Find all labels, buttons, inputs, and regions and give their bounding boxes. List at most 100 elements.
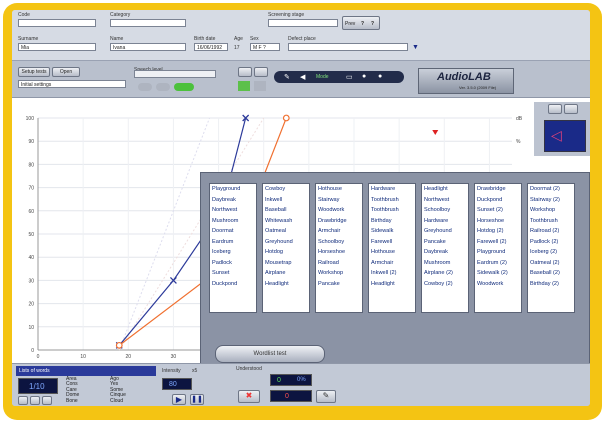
word-item[interactable]: Birthday [369,216,415,227]
play-button[interactable]: ▶ [172,394,186,405]
pencil-icon[interactable]: ✎ [284,73,290,81]
sex-selector[interactable]: M F ? [250,43,280,51]
word-item[interactable]: Workshop [316,268,362,279]
code-field[interactable] [18,19,96,27]
word-item[interactable]: Eardrum (2) [475,258,521,269]
word-item[interactable]: Oatmeal [263,226,309,237]
word-item[interactable]: Mousetrap [263,258,309,269]
word-item[interactable]: Stairway (2) [528,195,574,206]
word-item[interactable]: Eardrum [210,237,256,248]
word-item[interactable]: Iceberg [210,247,256,258]
word-item[interactable]: Woodwork [316,205,362,216]
word-item[interactable]: Toothbrush [369,205,415,216]
cancel-button[interactable]: ✖ [238,390,260,403]
speech-level-select[interactable] [134,70,216,78]
word-item[interactable]: Pancake [422,237,468,248]
word-item[interactable]: Workshop [528,205,574,216]
initial-settings-select[interactable]: Initial settings [18,80,126,88]
word-item[interactable]: Railroad [316,258,362,269]
pill-button-1[interactable] [138,83,152,91]
word-item[interactable]: Hardware [422,216,468,227]
wordlist-test-button[interactable]: Wordlist test [215,345,325,363]
word-item[interactable]: Daybreak [210,195,256,206]
pill-button-2[interactable] [156,83,170,91]
open-button[interactable]: Open [52,67,80,77]
word-item[interactable]: Horseshoe [475,216,521,227]
word-item[interactable]: Sunset [210,268,256,279]
word-item[interactable]: Headlight [422,184,468,195]
word-item[interactable]: Duckpond [475,195,521,206]
word-item[interactable]: Schoolboy [316,237,362,248]
word-item[interactable]: Schoolboy [422,205,468,216]
word-item[interactable]: Armchair [369,258,415,269]
word-item[interactable]: Doormat [210,226,256,237]
word-item[interactable]: Stairway [316,195,362,206]
list-next-button[interactable] [42,396,52,405]
word-item[interactable]: Northwest [422,195,468,206]
word-item[interactable]: Greyhound [263,237,309,248]
word-item[interactable]: Oatmeal (2) [528,258,574,269]
word-item[interactable]: Mushroom [210,216,256,227]
word-item[interactable]: Greyhound [422,226,468,237]
word-item[interactable]: Padlock [210,258,256,269]
word-item[interactable]: Hothouse [316,184,362,195]
word-item[interactable]: Headlight [263,279,309,290]
word-item[interactable]: Doormat (2) [528,184,574,195]
word-item[interactable]: Drawbridge [475,184,521,195]
word-item[interactable]: Airplane [263,268,309,279]
word-item[interactable]: Hotdog [263,247,309,258]
word-item[interactable]: Woodwork [475,279,521,290]
word-item[interactable]: Padlock (2) [528,237,574,248]
side-button-2[interactable] [564,104,578,114]
screen-icon[interactable]: ▭ [346,73,353,81]
word-item[interactable]: Armchair [316,226,362,237]
word-item[interactable]: Sunset (2) [475,205,521,216]
category-select[interactable] [110,19,186,27]
side-button-1[interactable] [548,104,562,114]
tool-icon-2[interactable] [254,67,268,77]
word-item[interactable]: Playground [475,247,521,258]
word-item[interactable]: Pancake [316,279,362,290]
word-item[interactable]: Farewell (2) [475,237,521,248]
word-item[interactable]: Inkwell (2) [369,268,415,279]
list-prev-button[interactable] [18,396,28,405]
screening-select[interactable] [268,19,338,27]
pause-button[interactable]: ❚❚ [190,394,204,405]
defect-dropdown-icon[interactable]: ▼ [412,44,419,51]
word-item[interactable]: Airplane (2) [422,268,468,279]
word-item[interactable]: Iceberg (2) [528,247,574,258]
word-item[interactable]: Farewell [369,237,415,248]
word-item[interactable]: Whitewash [263,216,309,227]
word-item[interactable]: Hothouse [369,247,415,258]
list-stop-button[interactable] [30,396,40,405]
word-item[interactable]: Cowboy (2) [422,279,468,290]
dot-icon[interactable]: ● [362,73,366,80]
word-item[interactable]: Baseball (2) [528,268,574,279]
word-item[interactable]: Railroad (2) [528,226,574,237]
record-icon[interactable]: ● [378,73,382,80]
birth-field[interactable]: 16/06/1992 [194,43,228,51]
word-item[interactable]: Sidewalk [369,226,415,237]
word-item[interactable]: Mushroom [422,258,468,269]
next-question-icon[interactable]: ? [371,21,374,27]
tool-icon-1[interactable] [238,67,252,77]
word-item[interactable]: Sidewalk (2) [475,268,521,279]
word-item[interactable]: Daybreak [422,247,468,258]
name-field[interactable]: Ivana [110,43,186,51]
word-item[interactable]: Baseball [263,205,309,216]
word-item[interactable]: Toothbrush [369,195,415,206]
word-item[interactable]: Inkwell [263,195,309,206]
prev-next-control[interactable]: Prev ? ? [342,16,380,30]
word-item[interactable]: Drawbridge [316,216,362,227]
defect-field[interactable] [288,43,408,51]
word-item[interactable]: Birthday (2) [528,279,574,290]
prev-question-icon[interactable]: ? [361,21,364,27]
word-item[interactable]: Duckpond [210,279,256,290]
setup-tests-button[interactable]: Setup tests [18,67,50,77]
word-item[interactable]: Headlight [369,279,415,290]
word-item[interactable]: Playground [210,184,256,195]
speaker-icon[interactable]: ◀ [300,73,305,81]
word-item[interactable]: Hotdog (2) [475,226,521,237]
word-item[interactable]: Horseshoe [316,247,362,258]
surname-field[interactable]: Mia [18,43,96,51]
